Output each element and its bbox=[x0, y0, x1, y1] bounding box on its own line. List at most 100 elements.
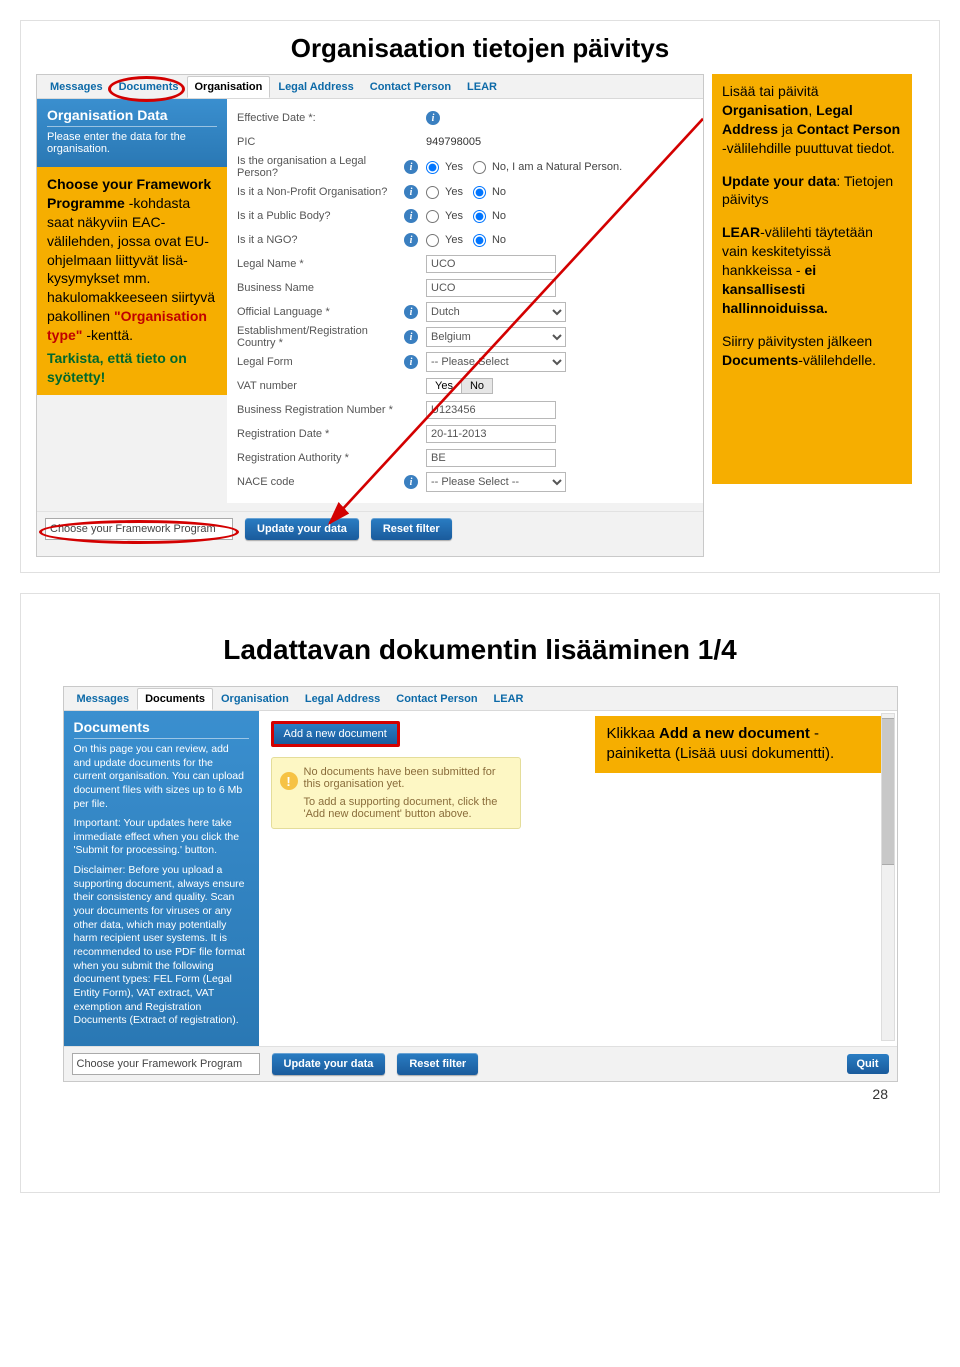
tab2-messages[interactable]: Messages bbox=[69, 688, 138, 710]
no-documents-warning: ! No documents have been submitted for t… bbox=[271, 757, 521, 829]
slide-1: Organisaation tietojen päivitys Messages… bbox=[20, 20, 940, 573]
country-label: Establishment/Registration Country * bbox=[237, 325, 402, 349]
framework-programme-select-2[interactable] bbox=[72, 1053, 260, 1075]
info-icon[interactable]: i bbox=[404, 160, 418, 174]
ngo-no-radio[interactable] bbox=[473, 234, 486, 247]
bottom-toolbar: Update your data Reset filter bbox=[37, 511, 703, 546]
yes-label: Yes bbox=[445, 210, 463, 222]
documents-desc-1: On this page you can review, add and upd… bbox=[74, 743, 249, 811]
legal-form-select[interactable]: -- Please Select bbox=[426, 352, 566, 372]
documents-main: Add a new document ! No documents have b… bbox=[259, 711, 897, 1046]
info-icon[interactable]: i bbox=[404, 185, 418, 199]
reset-filter-button[interactable]: Reset filter bbox=[371, 518, 452, 540]
info-icon[interactable]: i bbox=[404, 355, 418, 369]
right-bold-documents: Documents bbox=[722, 352, 798, 368]
info-icon[interactable]: i bbox=[404, 305, 418, 319]
tab2-lear[interactable]: LEAR bbox=[486, 688, 532, 710]
legal-person-label: Is the organisation a Legal Person? bbox=[237, 155, 402, 179]
info-icon[interactable]: i bbox=[426, 111, 440, 125]
tab2-legal-address[interactable]: Legal Address bbox=[297, 688, 388, 710]
natural-person-label: No, I am a Natural Person. bbox=[492, 161, 622, 173]
annotation-bold: Add a new document bbox=[659, 725, 810, 742]
official-language-select[interactable]: Dutch bbox=[426, 302, 566, 322]
no-label: No bbox=[492, 186, 506, 198]
nonprofit-yes-radio[interactable] bbox=[426, 186, 439, 199]
bottom-toolbar-2: Update your data Reset filter Quit bbox=[64, 1046, 897, 1081]
left-annotation: Choose your Framework Programme -kohdast… bbox=[37, 167, 227, 395]
tab-legal-address[interactable]: Legal Address bbox=[270, 76, 361, 98]
reg-authority-input[interactable] bbox=[426, 449, 556, 467]
legal-form-label: Legal Form bbox=[237, 356, 402, 368]
pic-label: PIC bbox=[237, 136, 402, 148]
public-no-radio[interactable] bbox=[473, 210, 486, 223]
yes-label: Yes bbox=[445, 186, 463, 198]
tab-lear[interactable]: LEAR bbox=[459, 76, 505, 98]
reg-date-label: Registration Date * bbox=[237, 428, 402, 440]
warn-line2: To add a supporting document, click the … bbox=[304, 796, 510, 820]
right-text: Lisää tai päivitä bbox=[722, 83, 819, 99]
left-annotation-text1: -kohdasta saat näkyviin EAC-välilehden, … bbox=[47, 195, 215, 324]
tab-organisation[interactable]: Organisation bbox=[187, 76, 271, 98]
add-document-annotation: Klikkaa Add a new document -painiketta (… bbox=[595, 716, 885, 773]
tab2-documents[interactable]: Documents bbox=[137, 688, 213, 710]
right-annotation: Lisää tai päivitä Organisation, Legal Ad… bbox=[712, 74, 912, 484]
documents-panel: Documents On this page you can review, a… bbox=[64, 711, 259, 1046]
framework-programme-select[interactable] bbox=[45, 518, 233, 540]
right-text: , bbox=[808, 102, 816, 118]
info-icon[interactable]: i bbox=[404, 330, 418, 344]
scrollbar-thumb[interactable] bbox=[882, 718, 894, 865]
update-your-data-button-2[interactable]: Update your data bbox=[272, 1053, 386, 1075]
tab2-contact-person[interactable]: Contact Person bbox=[388, 688, 485, 710]
documents-heading: Documents bbox=[74, 719, 249, 739]
reg-date-input[interactable] bbox=[426, 425, 556, 443]
add-new-document-button[interactable]: Add a new document bbox=[271, 721, 400, 747]
organisation-data-panel: Organisation Data Please enter the data … bbox=[37, 99, 227, 167]
tab-messages[interactable]: Messages bbox=[42, 76, 111, 98]
info-icon[interactable]: i bbox=[404, 209, 418, 223]
tab-contact-person[interactable]: Contact Person bbox=[362, 76, 459, 98]
public-yes-radio[interactable] bbox=[426, 210, 439, 223]
tab2-organisation[interactable]: Organisation bbox=[213, 688, 297, 710]
page-number: 28 bbox=[36, 1086, 888, 1102]
effective-date-label: Effective Date *: bbox=[237, 112, 402, 124]
info-icon[interactable]: i bbox=[404, 475, 418, 489]
vat-yes-button[interactable]: Yes bbox=[426, 378, 462, 394]
nace-select[interactable]: -- Please Select -- bbox=[426, 472, 566, 492]
legal-name-label: Legal Name * bbox=[237, 258, 402, 270]
brn-input[interactable] bbox=[426, 401, 556, 419]
inner-scrollbar[interactable] bbox=[881, 713, 895, 1041]
right-text: -välilehdille puuttuvat tiedot. bbox=[722, 140, 895, 156]
nonprofit-no-radio[interactable] bbox=[473, 186, 486, 199]
documents-desc-3: Disclaimer: Before you upload a supporti… bbox=[74, 864, 249, 1028]
business-name-input[interactable] bbox=[426, 279, 556, 297]
legal-name-input[interactable] bbox=[426, 255, 556, 273]
info-icon[interactable]: i bbox=[404, 233, 418, 247]
tabs-row-2: Messages Documents Organisation Legal Ad… bbox=[64, 687, 897, 711]
ngo-yes-radio[interactable] bbox=[426, 234, 439, 247]
vat-number-label: VAT number bbox=[237, 380, 402, 392]
pic-value: 949798005 bbox=[426, 136, 693, 148]
no-label: No bbox=[492, 210, 506, 222]
right-text: Siirry päivitysten jälkeen bbox=[722, 333, 872, 349]
documents-desc-2: Important: Your updates here take immedi… bbox=[74, 817, 249, 858]
left-annotation-green: Tarkista, että tieto on syötetty! bbox=[47, 349, 217, 387]
right-bold-organisation: Organisation bbox=[722, 102, 808, 118]
country-select[interactable]: Belgium bbox=[426, 327, 566, 347]
slide1-title: Organisaation tietojen päivitys bbox=[36, 33, 924, 64]
vat-no-button[interactable]: No bbox=[461, 378, 493, 394]
warning-icon: ! bbox=[280, 772, 298, 790]
reset-filter-button-2[interactable]: Reset filter bbox=[397, 1053, 478, 1075]
warn-line1: No documents have been submitted for thi… bbox=[304, 766, 510, 790]
slide-2: Ladattavan dokumentin lisääminen 1/4 Mes… bbox=[20, 593, 940, 1193]
ngo-label: Is it a NGO? bbox=[237, 234, 402, 246]
quit-button[interactable]: Quit bbox=[847, 1054, 889, 1074]
legal-person-yes-radio[interactable] bbox=[426, 161, 439, 174]
app-window-2: Messages Documents Organisation Legal Ad… bbox=[63, 686, 898, 1082]
tab-documents[interactable]: Documents bbox=[111, 76, 187, 98]
update-your-data-button[interactable]: Update your data bbox=[245, 518, 359, 540]
organisation-data-heading: Organisation Data bbox=[47, 107, 217, 127]
app-window: Messages Documents Organisation Legal Ad… bbox=[36, 74, 704, 557]
legal-person-no-radio[interactable] bbox=[473, 161, 486, 174]
right-text: ja bbox=[778, 121, 797, 137]
slide2-title: Ladattavan dokumentin lisääminen 1/4 bbox=[36, 634, 924, 666]
